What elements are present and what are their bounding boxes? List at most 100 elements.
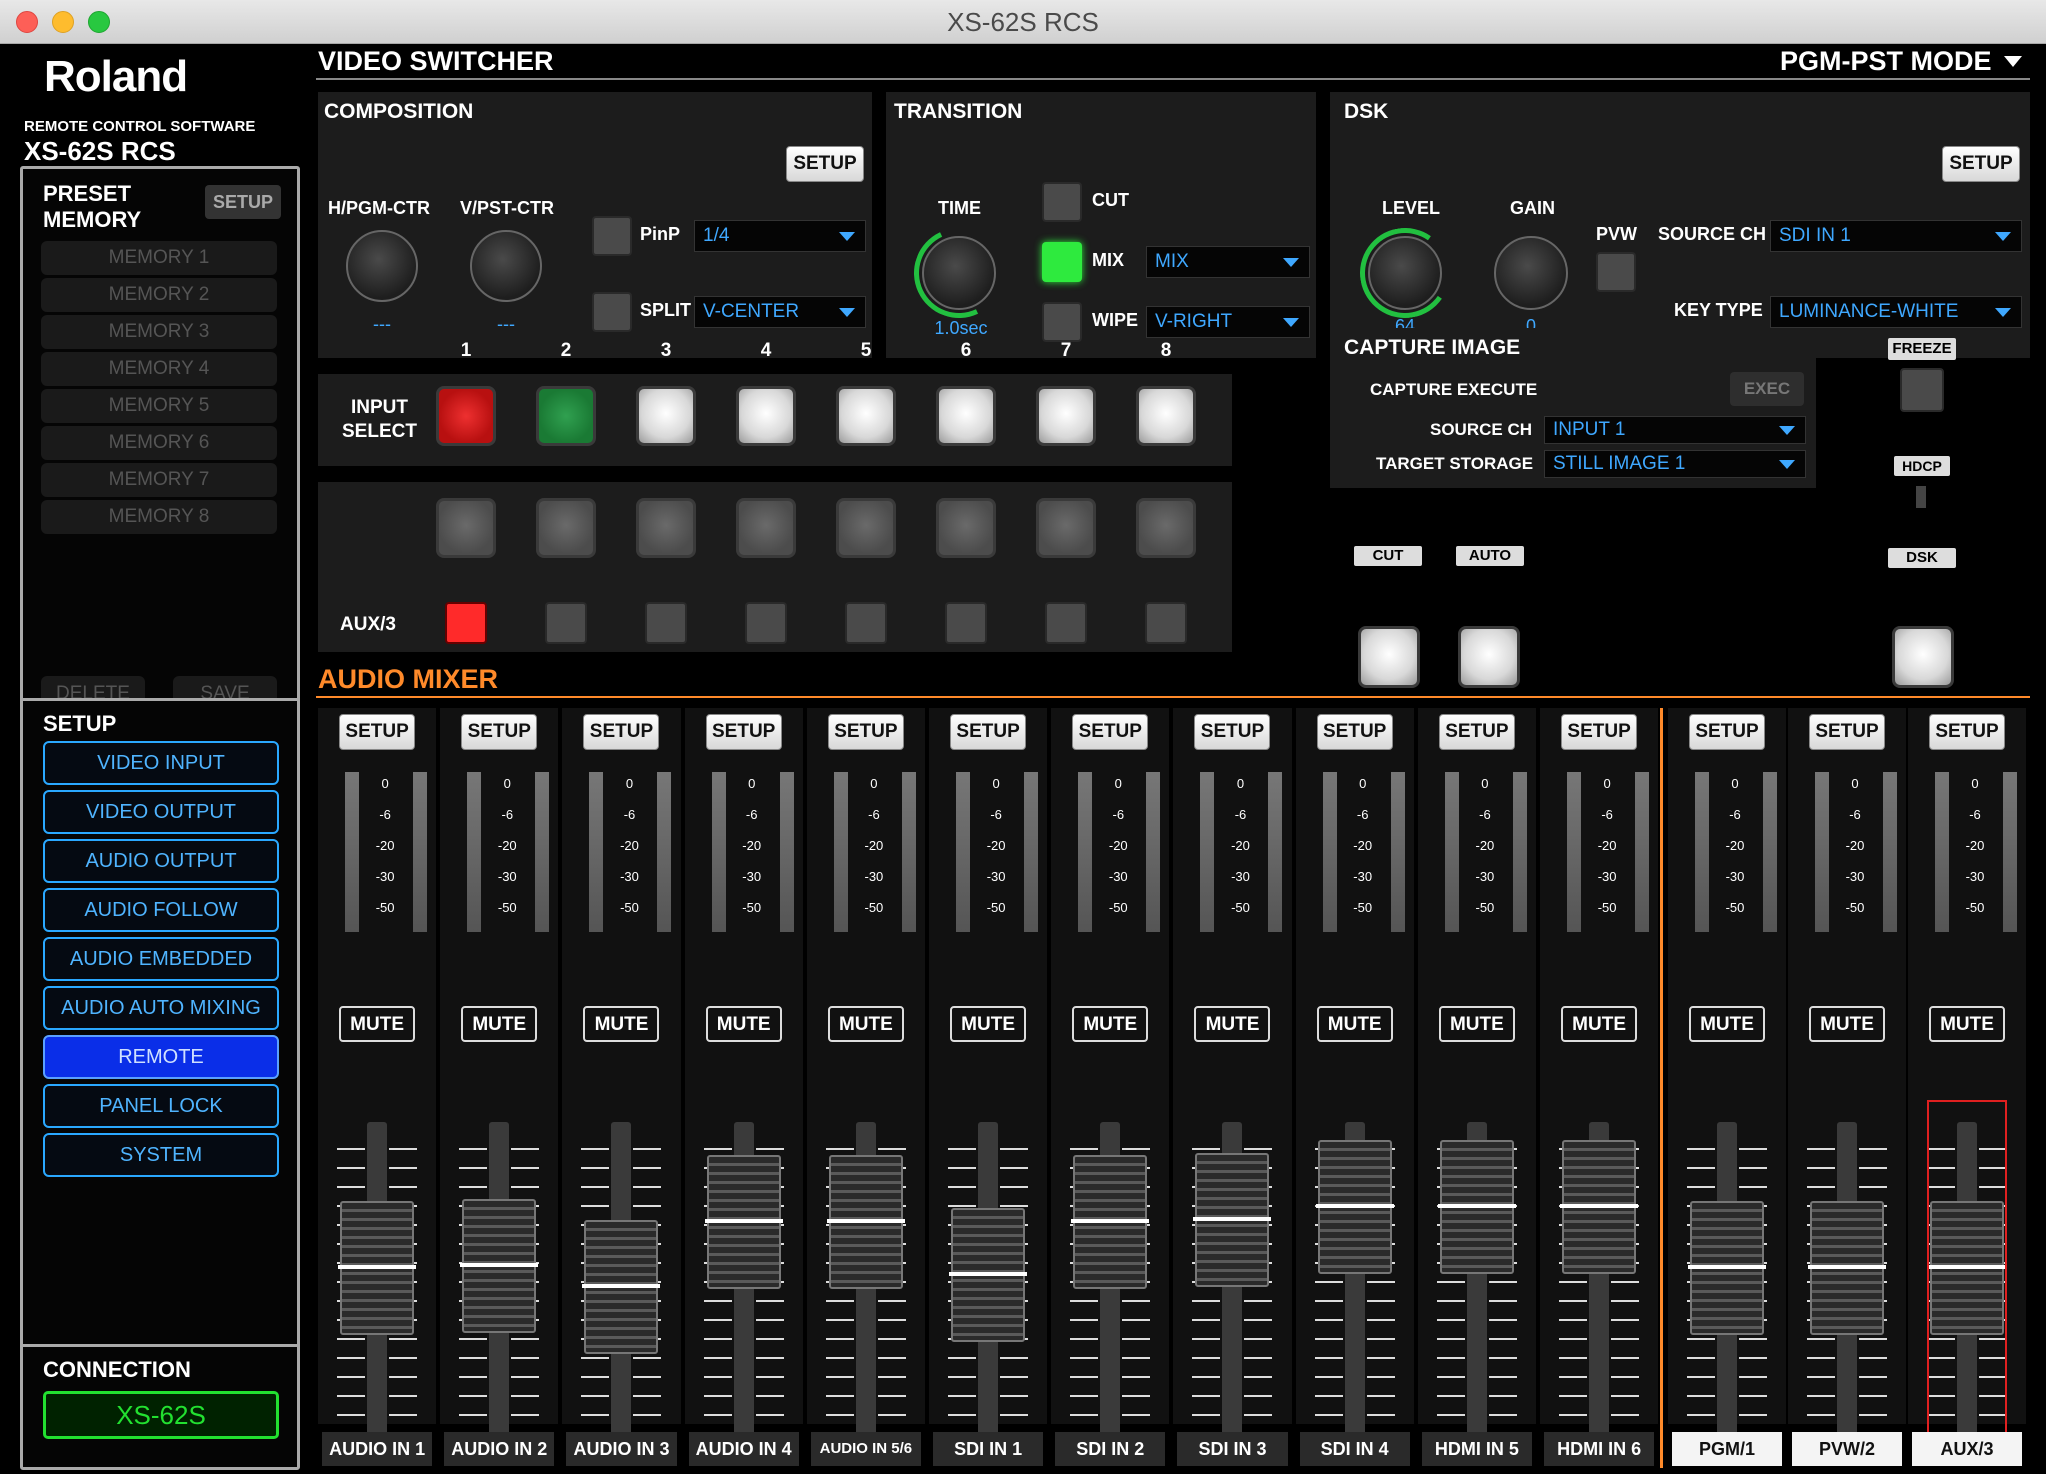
setup-audio-auto-mixing-button[interactable]: AUDIO AUTO MIXING — [43, 986, 279, 1030]
pgm-input-6-button[interactable] — [936, 386, 996, 446]
dsk-setup-button[interactable]: SETUP — [1942, 146, 2020, 182]
pgm-input-4-button[interactable] — [736, 386, 796, 446]
mute-button[interactable]: MUTE — [583, 1006, 660, 1042]
fader-knob[interactable] — [1315, 1140, 1394, 1274]
pgm-input-1-button[interactable] — [436, 386, 496, 446]
mute-button[interactable]: MUTE — [1316, 1006, 1393, 1042]
mute-button[interactable]: MUTE — [1929, 1006, 2005, 1042]
memory-2-button[interactable]: MEMORY 2 — [41, 278, 277, 312]
mute-button[interactable]: MUTE — [827, 1006, 904, 1042]
pgm-input-2-button[interactable] — [536, 386, 596, 446]
pst-input-7-button[interactable] — [1036, 498, 1096, 558]
fader-knob[interactable] — [460, 1199, 539, 1333]
memory-1-button[interactable]: MEMORY 1 — [41, 241, 277, 275]
pinp-button[interactable] — [592, 216, 632, 256]
channel-setup-button[interactable]: SETUP — [1194, 714, 1271, 750]
freeze-button[interactable] — [1900, 368, 1944, 412]
memory-4-button[interactable]: MEMORY 4 — [41, 352, 277, 386]
aux-input-6-button[interactable] — [945, 602, 987, 644]
pst-input-3-button[interactable] — [636, 498, 696, 558]
composition-setup-button[interactable]: SETUP — [786, 146, 864, 182]
channel-setup-button[interactable]: SETUP — [950, 714, 1027, 750]
zoom-window-button[interactable] — [88, 11, 110, 33]
fader-knob[interactable] — [338, 1201, 417, 1335]
channel-setup-button[interactable]: SETUP — [1809, 714, 1885, 750]
setup-video-input-button[interactable]: VIDEO INPUT — [43, 741, 279, 785]
mute-button[interactable]: MUTE — [1194, 1006, 1271, 1042]
fader-knob[interactable] — [1808, 1201, 1886, 1335]
fader-knob[interactable] — [1071, 1155, 1150, 1289]
channel-setup-button[interactable]: SETUP — [583, 714, 660, 750]
mute-button[interactable]: MUTE — [1438, 1006, 1515, 1042]
minimize-window-button[interactable] — [52, 11, 74, 33]
mode-chevron-down-icon[interactable] — [2004, 56, 2022, 67]
channel-setup-button[interactable]: SETUP — [1072, 714, 1149, 750]
connection-device[interactable]: XS-62S — [43, 1391, 279, 1439]
setup-video-output-button[interactable]: VIDEO OUTPUT — [43, 790, 279, 834]
mix-dropdown[interactable]: MIX — [1146, 246, 1310, 278]
key-type-dropdown[interactable]: LUMINANCE-WHITE — [1770, 296, 2022, 328]
pst-input-1-button[interactable] — [436, 498, 496, 558]
channel-setup-button[interactable]: SETUP — [1561, 714, 1638, 750]
aux-input-2-button[interactable] — [545, 602, 587, 644]
channel-setup-button[interactable]: SETUP — [827, 714, 904, 750]
exec-button[interactable]: EXEC — [1730, 372, 1804, 406]
h-pgm-ctr-knob[interactable] — [346, 230, 418, 302]
mix-transition-button[interactable] — [1042, 242, 1082, 282]
setup-panel-lock-button[interactable]: PANEL LOCK — [43, 1084, 279, 1128]
pinp-dropdown[interactable]: 1/4 — [694, 220, 866, 252]
channel-setup-button[interactable]: SETUP — [339, 714, 416, 750]
mute-button[interactable]: MUTE — [1689, 1006, 1765, 1042]
wipe-transition-button[interactable] — [1042, 302, 1082, 342]
pst-input-8-button[interactable] — [1136, 498, 1196, 558]
fader-knob[interactable] — [1193, 1153, 1272, 1287]
aux-input-4-button[interactable] — [745, 602, 787, 644]
setup-audio-output-button[interactable]: AUDIO OUTPUT — [43, 839, 279, 883]
pst-input-6-button[interactable] — [936, 498, 996, 558]
split-button[interactable] — [592, 292, 632, 332]
mute-button[interactable]: MUTE — [1072, 1006, 1149, 1042]
pst-input-5-button[interactable] — [836, 498, 896, 558]
aux-input-8-button[interactable] — [1145, 602, 1187, 644]
setup-audio-follow-button[interactable]: AUDIO FOLLOW — [43, 888, 279, 932]
fader-knob[interactable] — [826, 1155, 905, 1289]
channel-setup-button[interactable]: SETUP — [1316, 714, 1393, 750]
mute-button[interactable]: MUTE — [1561, 1006, 1638, 1042]
aux-input-3-button[interactable] — [645, 602, 687, 644]
split-dropdown[interactable]: V-CENTER — [694, 296, 866, 328]
aux-input-5-button[interactable] — [845, 602, 887, 644]
close-window-button[interactable] — [16, 11, 38, 33]
pst-input-2-button[interactable] — [536, 498, 596, 558]
channel-setup-button[interactable]: SETUP — [1929, 714, 2005, 750]
aux-input-7-button[interactable] — [1045, 602, 1087, 644]
mute-button[interactable]: MUTE — [339, 1006, 416, 1042]
auto-button[interactable] — [1458, 626, 1520, 688]
fader-knob[interactable] — [1560, 1140, 1639, 1274]
pvw-button[interactable] — [1596, 252, 1636, 292]
dsk-source-dropdown[interactable]: SDI IN 1 — [1770, 220, 2022, 252]
memory-7-button[interactable]: MEMORY 7 — [41, 463, 277, 497]
v-pst-ctr-knob[interactable] — [470, 230, 542, 302]
pgm-input-7-button[interactable] — [1036, 386, 1096, 446]
cut-transition-button[interactable] — [1042, 182, 1082, 222]
level-knob[interactable] — [1368, 236, 1442, 310]
fader-knob[interactable] — [704, 1155, 783, 1289]
cut-button[interactable] — [1358, 626, 1420, 688]
mute-button[interactable]: MUTE — [461, 1006, 538, 1042]
memory-8-button[interactable]: MEMORY 8 — [41, 500, 277, 534]
fader-knob[interactable] — [1437, 1140, 1516, 1274]
channel-setup-button[interactable]: SETUP — [705, 714, 782, 750]
setup-audio-embedded-button[interactable]: AUDIO EMBEDDED — [43, 937, 279, 981]
dsk-button[interactable] — [1892, 626, 1954, 688]
aux-input-1-button[interactable] — [445, 602, 487, 644]
memory-3-button[interactable]: MEMORY 3 — [41, 315, 277, 349]
capture-source-dropdown[interactable]: INPUT 1 — [1544, 416, 1806, 444]
pst-input-4-button[interactable] — [736, 498, 796, 558]
pgm-input-5-button[interactable] — [836, 386, 896, 446]
channel-setup-button[interactable]: SETUP — [1438, 714, 1515, 750]
memory-5-button[interactable]: MEMORY 5 — [41, 389, 277, 423]
pgm-input-3-button[interactable] — [636, 386, 696, 446]
wipe-dropdown[interactable]: V-RIGHT — [1146, 306, 1310, 338]
mode-selector[interactable]: PGM-PST MODE — [1780, 46, 1992, 77]
setup-system-button[interactable]: SYSTEM — [43, 1133, 279, 1177]
